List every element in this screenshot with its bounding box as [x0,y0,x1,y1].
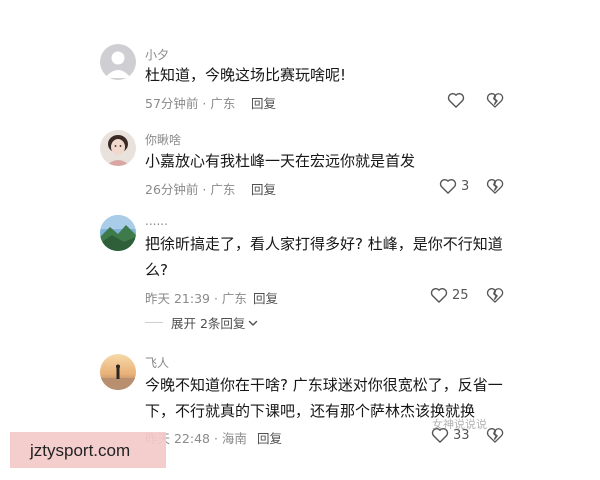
avatar[interactable] [100,44,136,80]
time-location: 57分钟前 · 广东 [145,96,236,111]
broken-heart-icon [486,179,504,194]
dislike-button[interactable] [485,425,505,445]
comment-meta: 26分钟前 · 广东 回复 [145,179,276,198]
like-button[interactable] [446,90,469,110]
expand-replies-label: 展开 2条回复 [171,316,246,331]
username[interactable]: ...... [145,214,168,228]
comment-meta: 57分钟前 · 广东 回复 [145,93,276,112]
expand-replies-button[interactable]: 展开 2条回复 [145,313,259,332]
comment-text: 杜知道，今晚这场比赛玩啥呢! [145,66,347,84]
comment-meta: 昨天 21:39 · 广东 回复 [145,288,278,307]
reply-button[interactable]: 回复 [253,288,278,307]
avatar[interactable] [100,130,136,166]
like-count: 25 [452,287,469,303]
time-location: 昨天 21:39 · 广东 [145,291,247,306]
heart-icon [439,178,457,194]
comment-text: 小嘉放心有我杜峰一天在宏远你就是首发 [145,152,416,170]
signature-watermark: 女神说说说 [432,418,487,431]
site-watermark: jztysport.com [30,441,131,460]
avatar[interactable] [100,354,136,390]
heart-icon [430,287,448,303]
avatar[interactable] [100,215,136,251]
divider [145,322,163,323]
like-button[interactable]: 25 [429,285,469,305]
username[interactable]: 飞人 [145,354,169,371]
broken-heart-icon [486,93,504,108]
comment-text: 把徐昕搞走了，看人家打得多好? 杜峰，是你不行知道么? [145,235,503,279]
reply-button[interactable]: 回复 [257,428,282,447]
username[interactable]: 你瞅啥 [145,131,181,148]
reply-button[interactable]: 回复 [251,179,276,198]
reply-button[interactable]: 回复 [251,93,276,112]
dislike-button[interactable] [485,176,505,196]
dislike-button[interactable] [485,90,505,110]
broken-heart-icon [486,428,504,443]
time-location: 26分钟前 · 广东 [145,182,236,197]
like-button[interactable]: 3 [438,176,469,196]
broken-heart-icon [486,288,504,303]
heart-icon [447,92,465,108]
username[interactable]: 小夕 [145,46,169,63]
chevron-down-icon [249,320,258,326]
like-count: 3 [461,178,470,194]
dislike-button[interactable] [485,285,505,305]
